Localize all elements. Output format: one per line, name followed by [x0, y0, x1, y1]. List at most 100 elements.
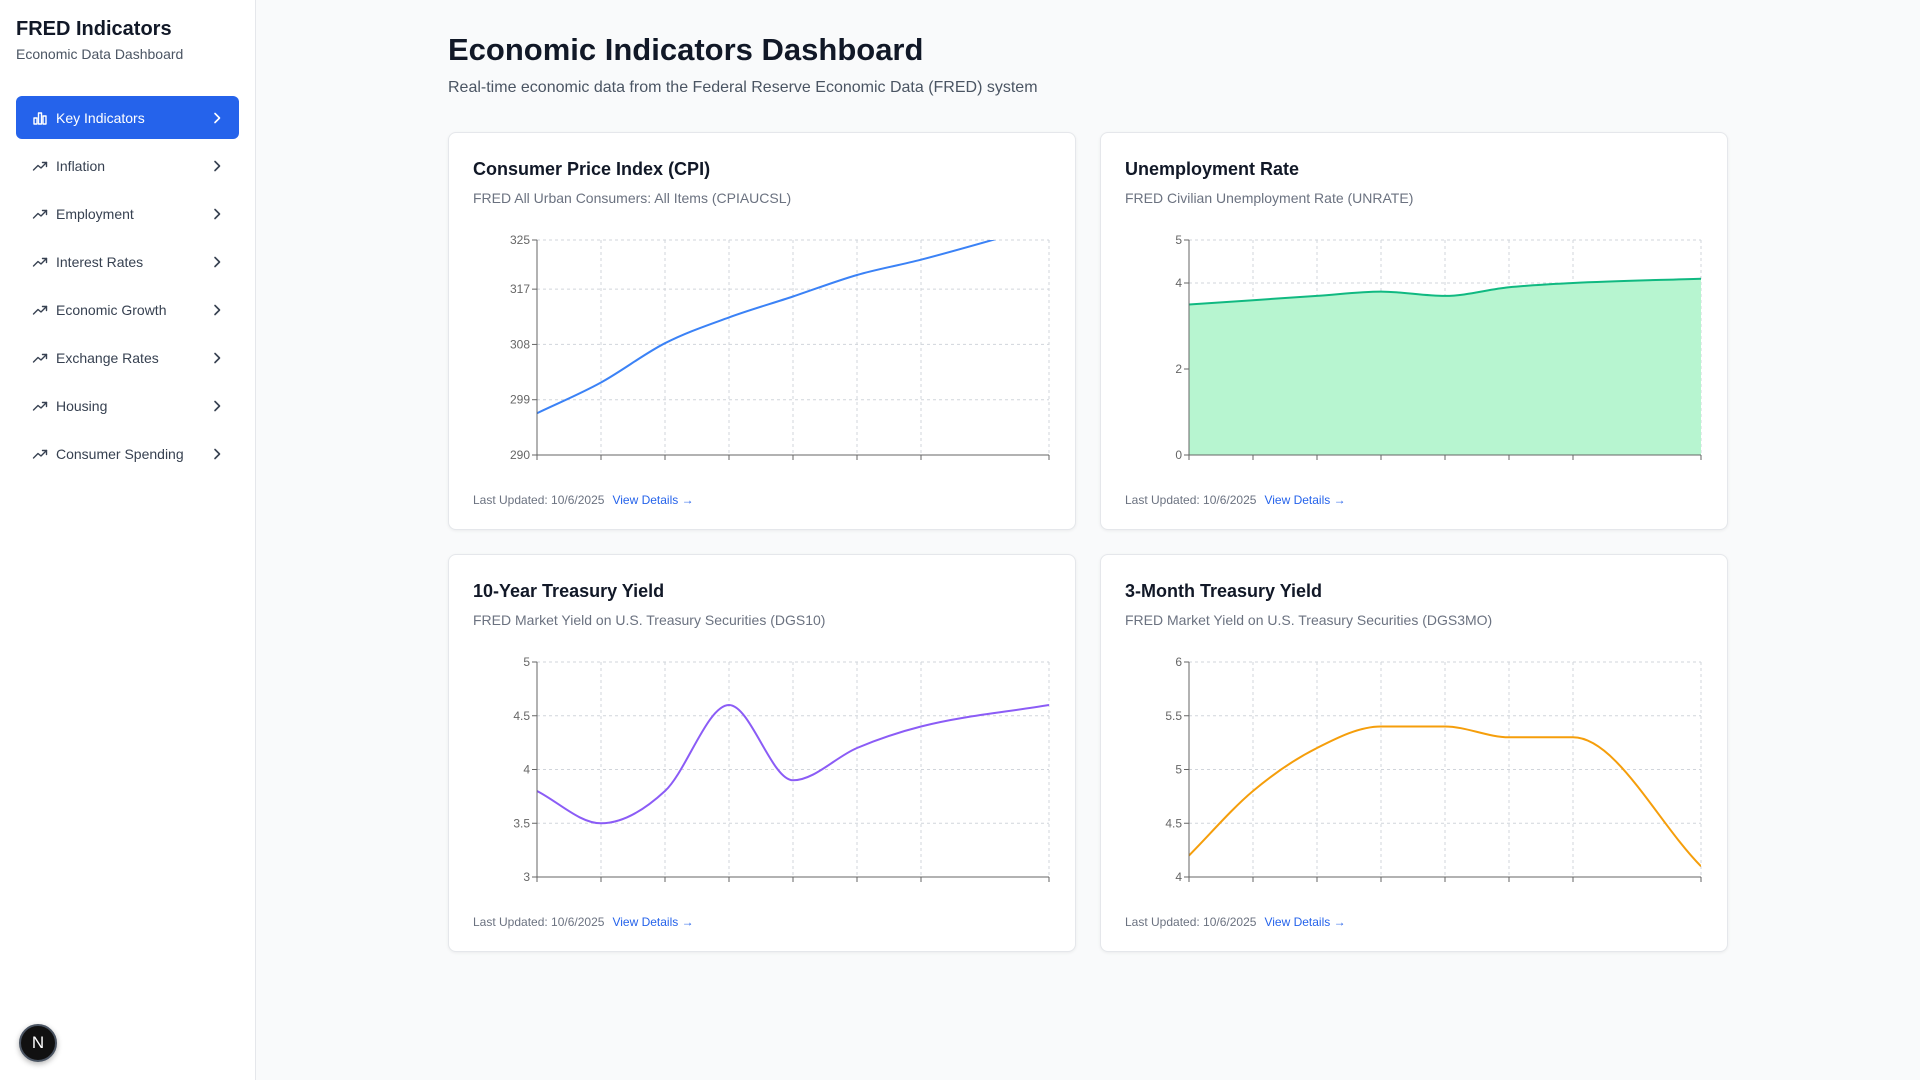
x-tick-label: Dec 23	[774, 884, 812, 885]
x-tick-label: Dec 22	[518, 462, 556, 463]
x-tick-label: Mar 24	[1490, 884, 1528, 885]
sidebar-nav: Key Indicators Inflation Employment Interes…	[16, 96, 239, 480]
y-tick-label: 308	[510, 337, 530, 351]
x-tick-label: Jun 24	[1555, 884, 1591, 885]
sidebar-item-key-indicators[interactable]: Key Indicators	[16, 96, 239, 139]
x-tick-label: Jun 24	[903, 884, 939, 885]
y-tick-label: 4	[1175, 870, 1182, 884]
last-updated: Last Updated: 10/6/2025	[473, 915, 605, 929]
x-tick-label: Jun 23	[1299, 884, 1335, 885]
sidebar-item-label: Key Indicators	[56, 109, 145, 126]
x-tick-label: Dec 23	[1426, 884, 1464, 885]
chevron-right-icon	[209, 398, 225, 414]
sidebar-item-economic-growth[interactable]: Economic Growth	[16, 288, 239, 331]
x-tick-label: Jun 24	[1555, 462, 1591, 463]
x-tick-label: Dec 24	[1682, 462, 1720, 463]
x-tick-label: Mar 24	[1490, 462, 1528, 463]
sidebar-item-consumer-spending[interactable]: Consumer Spending	[16, 432, 239, 475]
y-tick-label: 317	[510, 282, 530, 296]
sidebar-item-housing[interactable]: Housing	[16, 384, 239, 427]
cpi-card: Consumer Price Index (CPI) FRED All Urba…	[448, 132, 1076, 530]
trending-up-icon	[32, 158, 48, 174]
series-area	[1189, 278, 1701, 455]
view-details-link[interactable]: View Details →	[612, 493, 693, 507]
x-tick-label: Mar 24	[838, 884, 876, 885]
x-tick-label: Dec 23	[1426, 462, 1464, 463]
x-tick-label: Dec 22	[518, 884, 556, 885]
x-tick-label: Dec 22	[1170, 462, 1208, 463]
y-tick-label: 299	[510, 393, 530, 407]
chevron-right-icon	[209, 302, 225, 318]
sidebar-item-label: Consumer Spending	[56, 445, 184, 462]
card-title: Consumer Price Index (CPI)	[473, 159, 711, 179]
trending-up-icon	[32, 302, 48, 318]
unemployment-card: Unemployment Rate FRED Civilian Unemploy…	[1100, 132, 1728, 530]
x-tick-label: Jun 23	[1299, 462, 1335, 463]
y-tick-label: 4	[1175, 276, 1182, 290]
card-subtitle: FRED Market Yield on U.S. Treasury Secur…	[473, 612, 826, 628]
trending-up-icon	[32, 350, 48, 366]
y-tick-label: 4	[523, 763, 530, 777]
chevron-right-icon	[209, 446, 225, 462]
x-tick-label: Dec 24	[1682, 884, 1720, 885]
chevron-right-icon	[209, 254, 225, 270]
treasury-3m-card: 3-Month Treasury Yield FRED Market Yield…	[1100, 554, 1728, 952]
chevron-right-icon	[209, 206, 225, 222]
y-tick-label: 4.5	[513, 709, 530, 723]
x-tick-label: Sep 23	[710, 462, 748, 463]
card-footer: Last Updated: 10/6/2025 View Details →	[473, 493, 694, 507]
trending-up-icon	[32, 398, 48, 414]
x-tick-label: Mar 23	[1234, 884, 1272, 885]
x-tick-label: Dec 22	[1170, 884, 1208, 885]
last-updated: Last Updated: 10/6/2025	[473, 493, 605, 507]
chevron-right-icon	[209, 110, 225, 126]
x-tick-label: Dec 24	[1030, 462, 1068, 463]
y-tick-label: 2	[1175, 362, 1182, 376]
treasury-3m-chart: 4 4.5 5 5.5 6 Dec 22 Mar 23 Jun 23 Sep 23 Dec 23 M…	[1165, 655, 1720, 885]
sidebar-item-label: Exchange Rates	[56, 349, 159, 366]
sidebar-item-interest-rates[interactable]: Interest Rates	[16, 240, 239, 283]
view-details-link[interactable]: View Details →	[612, 915, 693, 929]
cpi-chart: 290 299 308 317 325 Dec 22 Mar 23 Jun 23 Sep 23 D…	[510, 233, 1068, 463]
sidebar-item-label: Economic Growth	[56, 301, 167, 318]
chevron-right-icon	[209, 158, 225, 174]
bar-chart-icon	[32, 110, 48, 126]
sidebar-item-employment[interactable]: Employment	[16, 192, 239, 235]
x-tick-label: Sep 23	[1362, 884, 1400, 885]
sidebar-item-label: Employment	[56, 205, 134, 222]
nextjs-badge[interactable]: N	[19, 1024, 57, 1062]
x-tick-label: Sep 23	[710, 884, 748, 885]
card-footer: Last Updated: 10/6/2025 View Details →	[1125, 915, 1346, 929]
view-details-link[interactable]: View Details →	[1264, 915, 1345, 929]
page-title: Economic Indicators Dashboard	[448, 32, 924, 67]
x-tick-label: Jun 23	[647, 884, 683, 885]
card-subtitle: FRED Civilian Unemployment Rate (UNRATE)	[1125, 190, 1414, 206]
sidebar-item-inflation[interactable]: Inflation	[16, 144, 239, 187]
x-tick-label: Dec 24	[1030, 884, 1068, 885]
x-tick-label: Dec 23	[774, 462, 812, 463]
y-tick-label: 3.5	[513, 816, 530, 830]
sidebar-item-label: Housing	[56, 397, 108, 414]
app-subtitle: Economic Data Dashboard	[16, 46, 184, 62]
y-tick-label: 5	[1175, 763, 1182, 777]
x-tick-label: Jun 23	[647, 462, 683, 463]
treasury-10y-chart: 3 3.5 4 4.5 5 Dec 22 Mar 23 Jun 23 Sep 23 Dec 23 M…	[513, 655, 1068, 885]
sidebar-item-exchange-rates[interactable]: Exchange Rates	[16, 336, 239, 379]
card-title: 10-Year Treasury Yield	[473, 581, 665, 601]
trending-up-icon	[32, 254, 48, 270]
card-title: Unemployment Rate	[1125, 159, 1300, 179]
y-tick-label: 3	[523, 870, 530, 884]
y-tick-label: 4.5	[1165, 816, 1182, 830]
view-details-link[interactable]: View Details →	[1264, 493, 1345, 507]
y-tick-label: 325	[510, 233, 530, 247]
x-tick-label: Jun 24	[903, 462, 939, 463]
y-tick-label: 290	[510, 448, 530, 462]
unemployment-chart: 0 2 4 5 Dec 22 Mar 23 Jun 23 Sep 23 Dec 23 Mar 24…	[1170, 233, 1720, 463]
last-updated: Last Updated: 10/6/2025	[1125, 493, 1257, 507]
sidebar-item-label: Interest Rates	[56, 253, 144, 270]
page-subtitle: Real-time economic data from the Federal…	[448, 79, 1038, 96]
sidebar: FRED Indicators Economic Data Dashboard …	[0, 0, 256, 1080]
card-title: 3-Month Treasury Yield	[1125, 581, 1323, 601]
card-subtitle: FRED Market Yield on U.S. Treasury Secur…	[1125, 612, 1493, 628]
treasury-10y-card: 10-Year Treasury Yield FRED Market Yield…	[448, 554, 1076, 952]
